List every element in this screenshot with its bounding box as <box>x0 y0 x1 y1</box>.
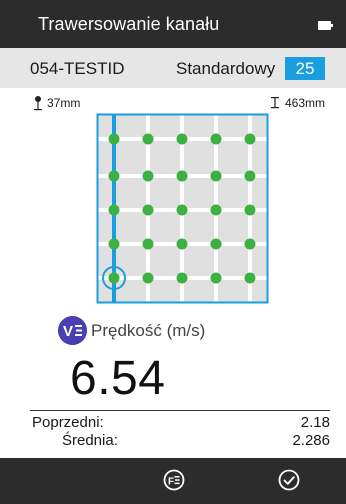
test-id: 054-TESTID <box>30 59 125 78</box>
grid-point <box>176 170 188 182</box>
svg-text:F: F <box>168 477 174 488</box>
previous-label: Poprzedni: <box>32 414 104 431</box>
grid-point <box>244 204 256 216</box>
grid-point <box>210 170 222 182</box>
info-bar: 054-TESTID Standardowy 25 <box>0 48 346 88</box>
previous-row: Poprzedni: 2.18 <box>30 414 330 432</box>
velocity-icon: V <box>58 316 87 345</box>
previous-value: 2.18 <box>300 414 330 431</box>
points-count-badge: 25 <box>285 57 325 80</box>
grid-point <box>210 272 222 284</box>
grid-point <box>176 204 188 216</box>
bottom-toolbar: F <box>0 458 346 504</box>
grid-point <box>108 133 120 145</box>
mode-label: Standardowy <box>176 59 276 78</box>
depth-marker-icon <box>271 97 279 109</box>
average-label: Średnia: <box>62 432 118 449</box>
grid-point <box>244 133 256 145</box>
grid-point <box>108 238 120 250</box>
velocity-value: 6.54 <box>70 352 166 405</box>
average-value: 2.286 <box>292 432 330 449</box>
page-title: Trawersowanie kanału <box>38 14 220 34</box>
grid-point <box>210 204 222 216</box>
pin-icon <box>34 96 42 111</box>
stats-panel: Poprzedni: 2.18 Średnia: 2.286 <box>30 414 330 450</box>
traverse-grid[interactable] <box>96 113 269 304</box>
grid-point <box>142 133 154 145</box>
grid-point <box>142 204 154 216</box>
svg-text:V: V <box>63 323 73 340</box>
grid-point <box>244 170 256 182</box>
checkmark-icon[interactable] <box>278 469 300 491</box>
traverse-grid-svg <box>96 113 269 304</box>
velocity-label: Prędkość (m/s) <box>91 321 206 340</box>
grid-point <box>142 238 154 250</box>
grid-point <box>176 238 188 250</box>
grid-point <box>176 272 188 284</box>
battery-icon <box>318 21 333 30</box>
left-distance: 37mm <box>47 96 81 110</box>
grid-point <box>108 170 120 182</box>
grid-point <box>210 238 222 250</box>
grid-point <box>142 272 154 284</box>
average-row: Średnia: 2.286 <box>30 432 330 450</box>
grid-point <box>244 238 256 250</box>
stats-icon[interactable]: F <box>163 469 185 491</box>
right-distance: 463mm <box>285 96 326 110</box>
divider <box>30 410 330 411</box>
grid-point <box>142 170 154 182</box>
grid-point <box>244 272 256 284</box>
grid-point <box>108 272 120 284</box>
grid-point <box>176 133 188 145</box>
grid-point <box>108 204 120 216</box>
grid-point <box>210 133 222 145</box>
title-bar: Trawersowanie kanału <box>0 0 346 48</box>
